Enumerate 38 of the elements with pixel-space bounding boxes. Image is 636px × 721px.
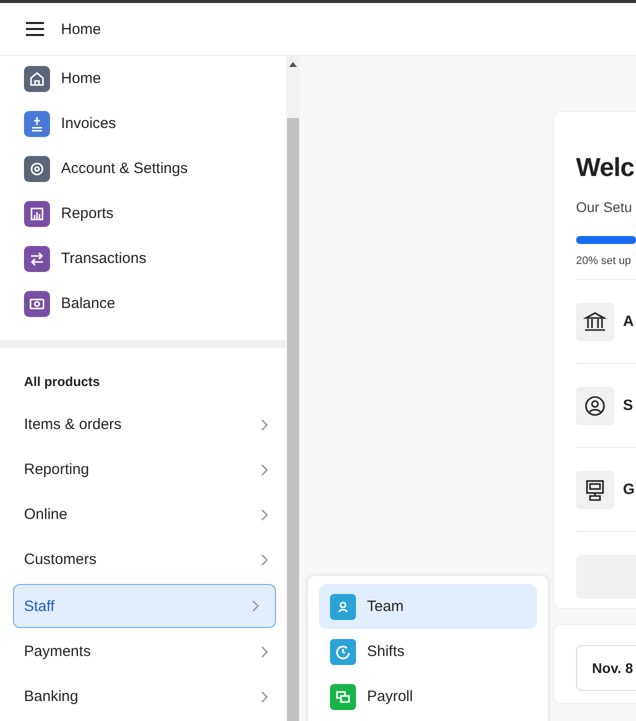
chevron-icon bbox=[260, 508, 268, 520]
product-item[interactable]: Online bbox=[8, 492, 284, 537]
monitor-icon bbox=[576, 470, 614, 508]
chevron-icon bbox=[251, 600, 259, 612]
welcome-title: Welc bbox=[576, 152, 636, 184]
submenu-item[interactable]: Team bbox=[319, 584, 537, 629]
date-button[interactable]: Nov. 8 bbox=[576, 645, 636, 691]
sidebar-item[interactable]: Invoices bbox=[8, 101, 286, 146]
chevron-icon bbox=[260, 464, 268, 476]
product-item[interactable]: Items & orders bbox=[8, 402, 284, 447]
sidebar-item[interactable]: Home bbox=[8, 56, 286, 101]
bank-icon bbox=[576, 302, 614, 340]
sidebar-item[interactable]: Account & Settings bbox=[8, 146, 286, 191]
chevron-icon bbox=[260, 690, 268, 702]
product-item[interactable]: Banking bbox=[8, 674, 284, 719]
scroll-up-icon[interactable] bbox=[289, 62, 297, 67]
submenu-item[interactable]: Shifts bbox=[319, 629, 537, 674]
chevron-icon bbox=[260, 646, 268, 658]
task-title: A bbox=[623, 313, 634, 330]
sidebar-item[interactable]: Reports bbox=[8, 191, 286, 236]
chevron-icon bbox=[260, 418, 268, 430]
product-item[interactable]: Payments bbox=[8, 629, 284, 674]
scroll-thumb[interactable] bbox=[287, 118, 299, 721]
sidebar-item[interactable]: Transactions bbox=[8, 236, 286, 281]
scrollbar[interactable] bbox=[286, 56, 300, 721]
sidebar-item[interactable]: Balance bbox=[8, 281, 286, 326]
welcome-subtitle: Our Setu bbox=[576, 199, 634, 215]
progress-caption: 20% set up bbox=[576, 255, 636, 280]
menu-icon[interactable] bbox=[25, 21, 45, 37]
section-heading: All products bbox=[23, 374, 101, 391]
task-title: S bbox=[623, 397, 634, 414]
task-title: G bbox=[623, 481, 635, 498]
product-item[interactable]: Reporting bbox=[8, 447, 284, 492]
submenu-item[interactable]: Payroll bbox=[319, 674, 537, 719]
product-item[interactable]: Customers bbox=[8, 537, 284, 582]
chevron-icon bbox=[260, 554, 268, 566]
page-title: Home bbox=[61, 20, 102, 38]
product-item[interactable]: Staff bbox=[13, 584, 276, 628]
